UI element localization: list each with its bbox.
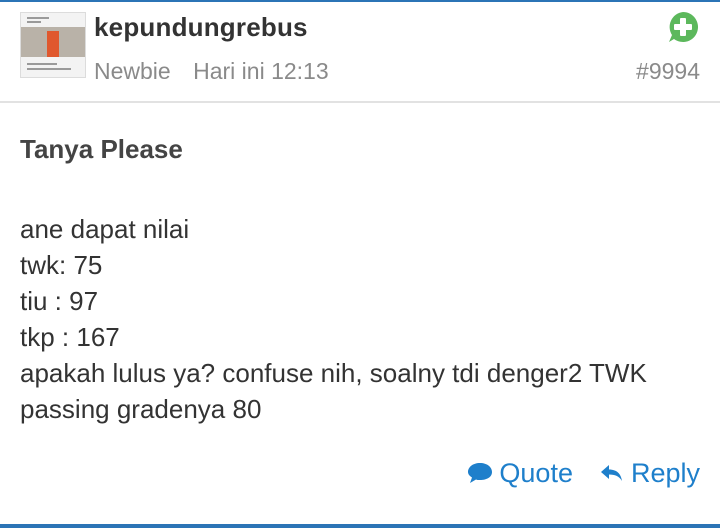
plus-circle-icon[interactable]: [666, 10, 700, 44]
post-meta: Newbie Hari ini 12:13: [94, 58, 329, 85]
post-body-line: passing gradenya 80: [20, 394, 262, 424]
quote-button[interactable]: Quote: [467, 458, 573, 489]
avatar-detail: [27, 63, 57, 65]
avatar-detail: [27, 17, 49, 19]
post-header: kepundungrebus Newbie Hari ini 12:13 #99…: [0, 2, 720, 100]
post-body-line: twk: 75: [20, 250, 103, 280]
header-divider: [0, 101, 720, 103]
quote-label: Quote: [499, 457, 573, 488]
avatar-detail: [27, 68, 71, 70]
post-actions: Quote Reply: [467, 455, 700, 491]
reply-button[interactable]: Reply: [599, 458, 700, 489]
reply-label: Reply: [630, 457, 700, 488]
avatar-figure: [47, 31, 59, 57]
user-rank: Newbie: [94, 58, 171, 84]
username[interactable]: kepundungrebus: [94, 12, 308, 43]
post-time: Hari ini 12:13: [193, 58, 329, 84]
avatar[interactable]: [20, 12, 86, 78]
post-title: Tanya Please: [20, 134, 183, 164]
post-body-line: tiu : 97: [20, 286, 99, 316]
bottom-border: [0, 524, 720, 528]
post-body-line: ane dapat nilai: [20, 214, 190, 244]
post-body-line: apakah lulus ya? confuse nih, soalny tdi…: [20, 358, 647, 388]
post-number[interactable]: #9994: [636, 58, 700, 85]
avatar-detail: [27, 21, 41, 23]
reply-arrow-icon: [600, 465, 622, 481]
post-body: ane dapat nilai twk: 75 tiu : 97 tkp : 1…: [20, 211, 710, 427]
speech-bubble-icon: [468, 463, 493, 483]
post-body-line: tkp : 167: [20, 322, 120, 352]
